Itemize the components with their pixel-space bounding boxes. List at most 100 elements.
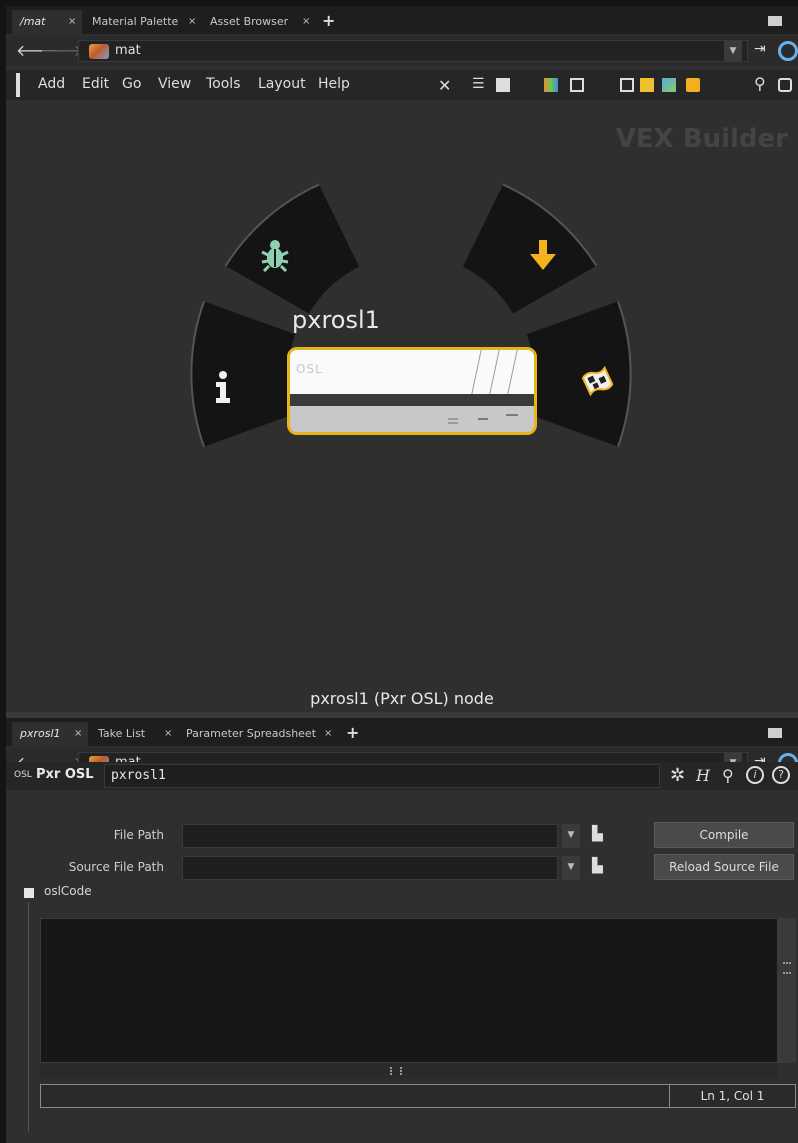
top-tab-bar: /mat × Material Palette × Asset Browser … [6,6,798,34]
menu-view[interactable]: View [158,76,191,92]
tab-material-palette[interactable]: Material Palette × [84,10,200,34]
close-icon[interactable]: × [302,10,310,34]
editor-status-bar: Ln 1, Col 1 [40,1084,796,1108]
tab-mat[interactable]: /mat × [12,10,82,34]
tab-parameter-spreadsheet[interactable]: Parameter Spreadsheet × [178,722,338,746]
node-flag-mark [448,422,458,424]
scroll-grip-icon [390,1067,402,1075]
node-pxrosl1[interactable]: OSL [287,347,537,435]
parameter-header: OSL Pxr OSL pxrosl1 ✲ H ⚲ i ? [6,762,798,790]
node-name-field[interactable]: pxrosl1 [104,764,660,788]
node-flag-mark [506,414,518,416]
tab-take-list[interactable]: Take List × [90,722,176,746]
node-flag-mark [448,418,458,420]
collapse-icon[interactable] [24,888,34,898]
bottom-tab-bar: pxrosl1 × Take List × Parameter Spreadsh… [6,718,798,746]
bug-icon[interactable] [260,238,290,272]
down-arrow-icon[interactable] [528,240,558,272]
node-header: OSL [290,350,534,394]
close-icon[interactable]: × [74,722,82,746]
forward-arrow-icon[interactable]: 🡒 [40,41,83,61]
grid-icon[interactable] [570,78,584,92]
tab-pxrosl1[interactable]: pxrosl1 × [12,722,88,746]
pane-menu-icon[interactable] [768,728,782,738]
close-icon[interactable]: × [164,722,172,746]
node-caption: pxrosl1 (Pxr OSL) node [310,689,494,708]
path-dropdown-button[interactable]: ▼ [724,40,742,62]
node-name-value: pxrosl1 [111,768,166,783]
node-stripe [489,350,500,394]
section-label: oslCode [44,884,92,898]
add-tab-icon[interactable]: + [322,10,335,32]
node-type-label: Pxr OSL [36,767,94,782]
source-file-path-dropdown[interactable]: ▼ [562,856,580,880]
close-icon[interactable]: × [324,722,332,746]
tab-label: Take List [98,727,146,740]
list-icon[interactable] [496,78,510,92]
tree-icon[interactable]: ☰ [472,76,486,92]
gear-icon[interactable]: ✲ [670,765,685,786]
camera-icon[interactable] [778,78,792,92]
box-icon[interactable] [686,78,700,92]
network-editor-pane: /mat × Material Palette × Asset Browser … [6,6,798,712]
grid-color-icon[interactable] [544,78,558,92]
tab-label: Material Palette [92,15,179,28]
image-icon[interactable] [662,78,676,92]
vertical-scrollbar[interactable] [778,918,796,1063]
path-field[interactable]: mat [78,40,748,62]
reload-source-file-button[interactable]: Reload Source File [654,854,794,880]
help-script-icon[interactable]: H [696,766,710,785]
menu-layout[interactable]: Layout [258,76,306,92]
node-name-label: pxrosl1 [292,306,380,334]
close-icon[interactable]: × [68,10,76,34]
file-path-dropdown[interactable]: ▼ [562,824,580,848]
tab-label: Parameter Spreadsheet [186,727,317,740]
file-chooser-icon[interactable]: ▙ [592,826,603,842]
network-canvas[interactable]: VEX Builder pxrosl1 OSL pxrosl1 (Pxr OSL… [6,102,798,712]
path-label: mat [115,43,141,58]
node-flag-mark [478,418,488,420]
close-icon[interactable]: × [188,10,196,34]
parameter-pane: pxrosl1 × Take List × Parameter Spreadsh… [6,718,798,1143]
flag-icon[interactable] [582,366,614,398]
pin-icon[interactable]: ⇥ [754,41,766,57]
wrench-icon[interactable]: ✕ [438,76,452,95]
help-icon[interactable]: ? [772,766,790,784]
ring-segment-debug [225,184,360,314]
ring-icon[interactable] [778,41,798,61]
section-guide [28,902,29,1132]
path-bar: 🡐 🡒 mat ▼ ⇥ [6,36,798,66]
node-stripe [507,350,518,394]
file-path-label: File Path [113,828,164,842]
menu-go[interactable]: Go [122,76,141,92]
tab-asset-browser[interactable]: Asset Browser × [202,10,316,34]
menu-help[interactable]: Help [318,76,350,92]
tab-label: Asset Browser [210,15,289,28]
menu-grip [16,73,20,97]
sticky-note-icon[interactable] [640,78,654,92]
file-chooser-icon[interactable]: ▙ [592,858,603,874]
osl-code-editor[interactable] [40,918,778,1063]
node-divider [290,394,534,406]
source-file-path-field[interactable] [182,856,558,880]
menu-tools[interactable]: Tools [206,76,241,92]
node-type-badge: OSL [14,770,32,780]
tab-label: /mat [20,15,46,28]
info-icon[interactable] [214,370,232,404]
node-stripe [471,350,482,394]
menu-edit[interactable]: Edit [82,76,109,92]
node-type-badge: OSL [296,362,323,376]
pane-menu-icon[interactable] [768,16,782,26]
horizontal-scrollbar[interactable] [40,1063,778,1079]
add-tab-icon[interactable]: + [346,722,359,744]
file-path-field[interactable] [182,824,558,848]
network-menu-bar: Add Edit Go View Tools Layout Help ✕ ☰ ⚲ [6,70,798,100]
menu-add[interactable]: Add [38,76,65,92]
node-footer [290,406,534,432]
info-icon[interactable]: i [746,766,764,784]
frame-icon[interactable] [620,78,634,92]
search-icon[interactable]: ⚲ [722,766,734,785]
search-icon[interactable]: ⚲ [754,74,768,93]
cursor-position: Ln 1, Col 1 [669,1085,795,1107]
compile-button[interactable]: Compile [654,822,794,848]
